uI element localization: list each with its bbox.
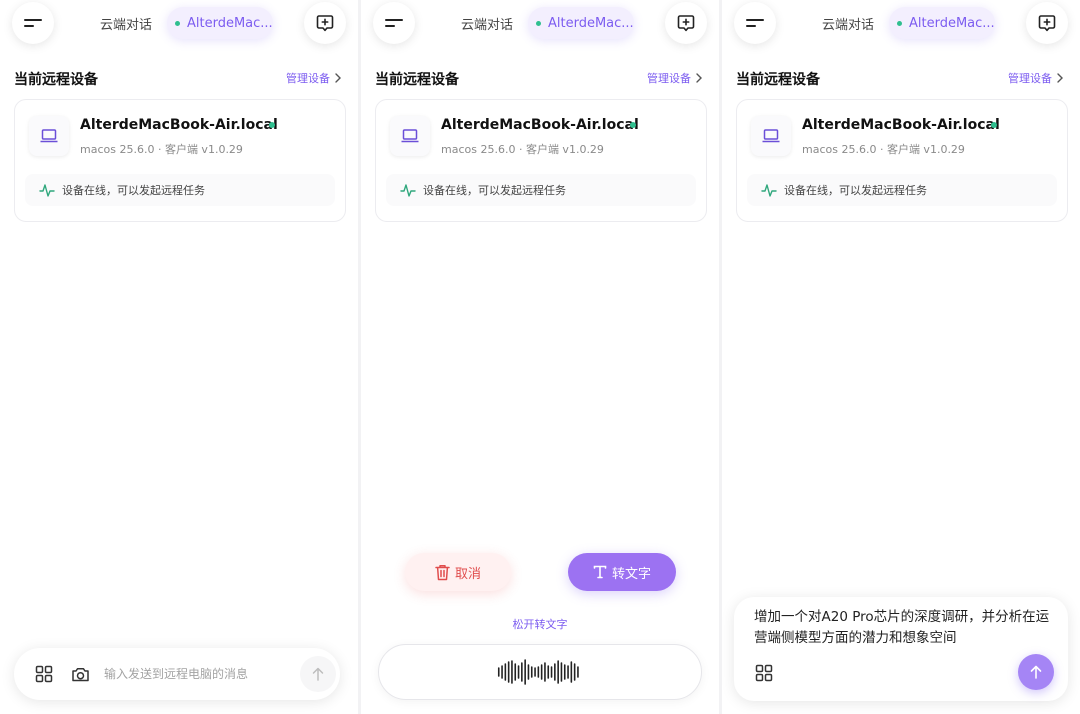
menu-icon <box>746 17 764 29</box>
new-chat-button[interactable] <box>1026 2 1068 44</box>
menu-icon <box>24 17 42 29</box>
new-chat-icon <box>1038 15 1056 32</box>
device-meta: macos 25.6.0 · 客户端 v1.0.29 <box>441 143 604 156</box>
new-chat-icon <box>316 15 334 32</box>
manage-devices-link[interactable]: 管理设备 <box>286 70 342 86</box>
camera-button[interactable] <box>70 664 90 684</box>
activity-icon <box>761 184 777 197</box>
manage-devices-link[interactable]: 管理设备 <box>1008 70 1064 86</box>
new-chat-button[interactable] <box>304 2 346 44</box>
tab-cloud-chat[interactable]: 云端对话 <box>461 14 513 33</box>
tab-cloud-chat[interactable]: 云端对话 <box>822 14 874 33</box>
arrow-up-icon <box>312 667 324 681</box>
tab-remote-device[interactable]: AlterdeMac... <box>889 7 995 39</box>
device-status-text: 设备在线，可以发起远程任务 <box>784 184 927 197</box>
device-status: 设备在线，可以发起远程任务 <box>25 174 335 206</box>
new-chat-icon <box>677 15 695 32</box>
tab-cloud-chat[interactable]: 云端对话 <box>100 14 152 33</box>
online-indicator <box>897 20 902 26</box>
convert-to-text-button[interactable]: 转文字 <box>568 553 676 591</box>
manage-devices-label: 管理设备 <box>286 72 330 85</box>
laptop-icon <box>401 129 419 143</box>
tab-remote-device[interactable]: AlterdeMac... <box>167 7 273 39</box>
chevron-right-icon <box>1057 73 1063 83</box>
online-status-dot <box>991 122 997 128</box>
device-meta: macos 25.6.0 · 客户端 v1.0.29 <box>802 143 965 156</box>
panel-voice-recording: 云端对话 AlterdeMac... 当前远程设备 管理设备 AlterdeMa… <box>361 0 719 714</box>
apps-button[interactable] <box>754 663 774 683</box>
activity-icon <box>39 184 55 197</box>
tab-remote-label: AlterdeMac... <box>909 15 995 31</box>
menu-icon <box>385 17 403 29</box>
menu-button[interactable] <box>12 2 54 44</box>
online-status-dot <box>269 122 275 128</box>
device-meta: macos 25.6.0 · 客户端 v1.0.29 <box>80 143 243 156</box>
panel-idle: 云端对话 AlterdeMac... 当前远程设备 管理设备 AlterdeMa… <box>0 0 358 714</box>
tab-remote-label: AlterdeMac... <box>548 15 634 31</box>
laptop-icon <box>762 129 780 143</box>
device-name: AlterdeMacBook-Air.local <box>80 117 278 133</box>
device-card[interactable]: AlterdeMacBook-Air.local macos 25.6.0 · … <box>736 99 1068 222</box>
panel-composed: 云端对话 AlterdeMac... 当前远程设备 管理设备 AlterdeMa… <box>722 0 1080 714</box>
apps-button[interactable] <box>34 664 54 684</box>
device-status-text: 设备在线，可以发起远程任务 <box>423 184 566 197</box>
menu-button[interactable] <box>734 2 776 44</box>
trash-icon <box>435 564 450 580</box>
device-status: 设备在线，可以发起远程任务 <box>386 174 696 206</box>
online-indicator <box>175 20 180 26</box>
message-input-bar <box>14 648 340 700</box>
online-status-dot <box>630 122 636 128</box>
device-name: AlterdeMacBook-Air.local <box>441 117 639 133</box>
device-icon-box <box>29 116 69 156</box>
section-title: 当前远程设备 <box>14 72 98 88</box>
device-icon-box <box>751 116 791 156</box>
convert-to-text-label: 转文字 <box>611 566 651 582</box>
release-hint: 松开转文字 <box>512 618 568 631</box>
chevron-right-icon <box>335 73 341 83</box>
message-composer[interactable]: 增加一个对A20 Pro芯片的深度调研，并分析在运营端侧模型方面的潜力和想象空间 <box>734 597 1068 701</box>
device-card[interactable]: AlterdeMacBook-Air.local macos 25.6.0 · … <box>14 99 346 222</box>
arrow-up-icon <box>1030 665 1042 679</box>
send-button[interactable] <box>1018 654 1054 690</box>
manage-devices-label: 管理设备 <box>647 72 691 85</box>
grid-icon <box>755 664 773 682</box>
online-indicator <box>536 20 541 26</box>
activity-icon <box>400 184 416 197</box>
menu-button[interactable] <box>373 2 415 44</box>
grid-icon <box>35 665 53 683</box>
device-card[interactable]: AlterdeMacBook-Air.local macos 25.6.0 · … <box>375 99 707 222</box>
new-chat-button[interactable] <box>665 2 707 44</box>
chevron-right-icon <box>696 73 702 83</box>
device-name: AlterdeMacBook-Air.local <box>802 117 1000 133</box>
voice-recording-bar[interactable] <box>378 644 702 700</box>
message-input[interactable] <box>104 662 294 686</box>
send-button[interactable] <box>300 656 336 692</box>
manage-devices-label: 管理设备 <box>1008 72 1052 85</box>
tab-remote-device[interactable]: AlterdeMac... <box>528 7 634 39</box>
manage-devices-link[interactable]: 管理设备 <box>647 70 703 86</box>
composer-text[interactable]: 增加一个对A20 Pro芯片的深度调研，并分析在运营端侧模型方面的潜力和想象空间 <box>754 607 1056 649</box>
device-status: 设备在线，可以发起远程任务 <box>747 174 1057 206</box>
tab-remote-label: AlterdeMac... <box>187 15 273 31</box>
cancel-label: 取消 <box>454 566 481 582</box>
cancel-button[interactable]: 取消 <box>405 553 511 591</box>
section-title: 当前远程设备 <box>736 72 820 88</box>
text-icon <box>593 565 607 579</box>
camera-icon <box>71 667 89 681</box>
waveform <box>497 659 579 685</box>
device-icon-box <box>390 116 430 156</box>
section-title: 当前远程设备 <box>375 72 459 88</box>
device-status-text: 设备在线，可以发起远程任务 <box>62 184 205 197</box>
laptop-icon <box>40 129 58 143</box>
